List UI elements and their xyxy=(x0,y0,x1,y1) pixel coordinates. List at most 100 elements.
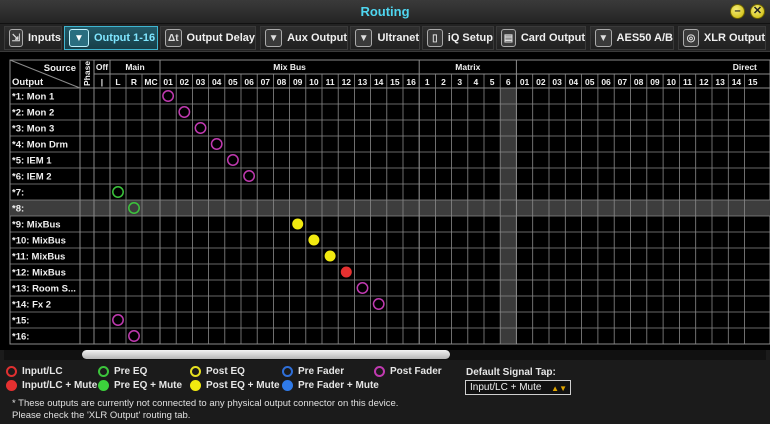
routing-cell[interactable] xyxy=(94,216,110,232)
routing-cell[interactable] xyxy=(371,184,387,200)
routing-cell[interactable] xyxy=(533,312,549,328)
routing-cell[interactable] xyxy=(94,136,110,152)
routing-cell[interactable] xyxy=(225,312,241,328)
routing-cell[interactable] xyxy=(614,328,630,344)
routing-cell[interactable] xyxy=(273,152,289,168)
routing-cell[interactable] xyxy=(371,312,387,328)
routing-cell[interactable] xyxy=(582,104,598,120)
routing-cell[interactable] xyxy=(663,152,679,168)
routing-cell[interactable] xyxy=(582,312,598,328)
routing-cell[interactable] xyxy=(679,152,695,168)
routing-cell[interactable] xyxy=(647,200,663,216)
routing-cell[interactable] xyxy=(679,104,695,120)
routing-cell[interactable] xyxy=(225,280,241,296)
routing-cell[interactable] xyxy=(142,216,160,232)
assignment-dot[interactable] xyxy=(308,234,320,246)
routing-cell[interactable] xyxy=(176,152,192,168)
routing-cell[interactable] xyxy=(160,232,176,248)
routing-cell[interactable] xyxy=(110,296,126,312)
routing-cell[interactable] xyxy=(435,232,451,248)
routing-cell[interactable] xyxy=(176,248,192,264)
routing-cell[interactable] xyxy=(582,88,598,104)
routing-cell[interactable] xyxy=(468,168,484,184)
routing-cell[interactable] xyxy=(142,248,160,264)
routing-cell[interactable] xyxy=(387,312,403,328)
routing-cell[interactable] xyxy=(403,216,419,232)
routing-cell[interactable] xyxy=(728,248,744,264)
routing-cell[interactable] xyxy=(110,120,126,136)
routing-cell[interactable] xyxy=(338,200,354,216)
routing-cell[interactable] xyxy=(745,168,761,184)
routing-cell[interactable] xyxy=(306,168,322,184)
routing-cell[interactable] xyxy=(192,248,208,264)
routing-cell[interactable] xyxy=(500,216,516,232)
routing-cell[interactable] xyxy=(533,296,549,312)
routing-cell[interactable] xyxy=(306,280,322,296)
routing-cell[interactable] xyxy=(679,136,695,152)
routing-cell[interactable] xyxy=(598,264,614,280)
routing-cell[interactable] xyxy=(354,120,370,136)
routing-cell[interactable] xyxy=(241,152,257,168)
routing-cell[interactable] xyxy=(696,168,712,184)
routing-cell[interactable] xyxy=(290,184,306,200)
routing-cell[interactable] xyxy=(614,312,630,328)
routing-cell[interactable] xyxy=(160,248,176,264)
routing-cell[interactable] xyxy=(598,88,614,104)
routing-cell[interactable] xyxy=(565,136,581,152)
routing-cell[interactable] xyxy=(241,312,257,328)
routing-cell[interactable] xyxy=(484,296,500,312)
routing-cell[interactable] xyxy=(484,200,500,216)
routing-cell[interactable] xyxy=(160,216,176,232)
routing-cell[interactable] xyxy=(696,104,712,120)
routing-cell[interactable] xyxy=(614,216,630,232)
routing-cell[interactable] xyxy=(745,120,761,136)
routing-cell[interactable] xyxy=(500,248,516,264)
routing-cell[interactable] xyxy=(225,104,241,120)
routing-cell[interactable] xyxy=(290,328,306,344)
routing-cell[interactable] xyxy=(435,216,451,232)
routing-cell[interactable] xyxy=(387,120,403,136)
routing-cell[interactable] xyxy=(549,280,565,296)
routing-cell[interactable] xyxy=(500,88,516,104)
routing-cell[interactable] xyxy=(225,168,241,184)
routing-cell[interactable] xyxy=(419,248,435,264)
routing-cell[interactable] xyxy=(338,296,354,312)
routing-cell[interactable] xyxy=(322,184,338,200)
routing-cell[interactable] xyxy=(176,232,192,248)
routing-cell[interactable] xyxy=(192,200,208,216)
routing-cell[interactable] xyxy=(533,216,549,232)
routing-cell[interactable] xyxy=(257,328,273,344)
routing-cell[interactable] xyxy=(225,88,241,104)
routing-cell[interactable] xyxy=(225,216,241,232)
routing-cell[interactable] xyxy=(663,264,679,280)
routing-cell[interactable] xyxy=(126,264,142,280)
routing-cell[interactable] xyxy=(533,280,549,296)
routing-cell[interactable] xyxy=(435,328,451,344)
routing-cell[interactable] xyxy=(110,200,126,216)
routing-cell[interactable] xyxy=(257,232,273,248)
routing-cell[interactable] xyxy=(745,88,761,104)
routing-cell[interactable] xyxy=(209,200,225,216)
routing-cell[interactable] xyxy=(176,88,192,104)
routing-cell[interactable] xyxy=(484,312,500,328)
routing-cell[interactable] xyxy=(338,136,354,152)
routing-cell[interactable] xyxy=(728,120,744,136)
routing-cell[interactable] xyxy=(728,312,744,328)
routing-cell[interactable] xyxy=(354,152,370,168)
routing-cell[interactable] xyxy=(209,232,225,248)
routing-cell[interactable] xyxy=(225,136,241,152)
routing-cell[interactable] xyxy=(565,232,581,248)
routing-cell[interactable] xyxy=(419,184,435,200)
routing-cell[interactable] xyxy=(209,168,225,184)
horizontal-scrollbar[interactable] xyxy=(4,350,766,360)
routing-cell[interactable] xyxy=(126,168,142,184)
routing-cell[interactable] xyxy=(468,248,484,264)
routing-cell[interactable] xyxy=(142,88,160,104)
routing-cell[interactable] xyxy=(306,104,322,120)
routing-cell[interactable] xyxy=(565,88,581,104)
routing-cell[interactable] xyxy=(696,280,712,296)
routing-cell[interactable] xyxy=(533,120,549,136)
routing-cell[interactable] xyxy=(516,216,532,232)
routing-cell[interactable] xyxy=(452,280,468,296)
routing-cell[interactable] xyxy=(728,184,744,200)
